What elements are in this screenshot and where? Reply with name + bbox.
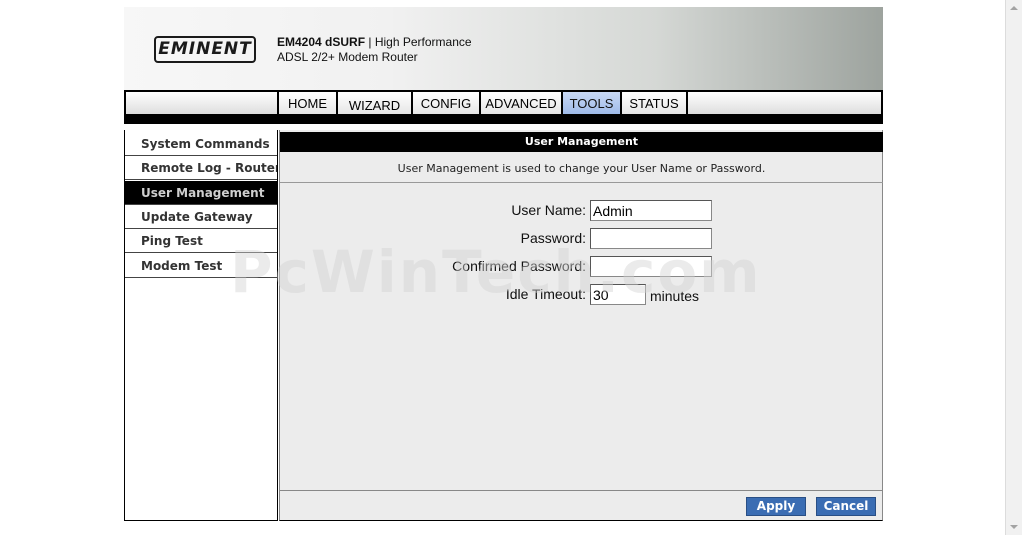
arrow-up-icon bbox=[1010, 6, 1018, 10]
apply-button[interactable]: Apply bbox=[746, 497, 806, 516]
sidebar-item-user-management[interactable]: User Management bbox=[125, 181, 277, 205]
arrow-down-icon bbox=[1010, 525, 1018, 529]
sidebar-menu: System Commands Remote Log - Router User… bbox=[124, 130, 278, 521]
nav-underline bbox=[124, 116, 883, 124]
product-model: EM4204 dSURF bbox=[277, 35, 366, 49]
footer-divider bbox=[280, 490, 883, 491]
page-title: User Management bbox=[280, 132, 883, 152]
nav-right-spacer bbox=[688, 92, 881, 114]
nav-tabs: HOME WIZARD CONFIG ADVANCED TOOLS STATUS bbox=[279, 92, 688, 114]
product-title: EM4204 dSURF | High Performance bbox=[277, 35, 472, 49]
vertical-scrollbar[interactable] bbox=[1005, 0, 1022, 535]
idle-timeout-label: Idle Timeout: bbox=[505, 286, 586, 302]
tab-tools[interactable]: TOOLS bbox=[563, 92, 622, 114]
confirm-password-label: Confirmed Password: bbox=[452, 258, 586, 274]
eminent-logo: EMINENT bbox=[154, 36, 256, 63]
product-subtitle: ADSL 2/2+ Modem Router bbox=[277, 50, 418, 64]
sidebar-item-update-gateway[interactable]: Update Gateway bbox=[125, 205, 277, 229]
tab-advanced[interactable]: ADVANCED bbox=[481, 92, 563, 114]
nav-left-spacer bbox=[126, 92, 277, 114]
sidebar-item-system-commands[interactable]: System Commands bbox=[125, 132, 277, 156]
password-label: Password: bbox=[520, 230, 586, 246]
tab-wizard[interactable]: WIZARD bbox=[338, 92, 413, 114]
page-description: User Management is used to change your U… bbox=[397, 162, 766, 175]
sidebar-item-modem-test[interactable]: Modem Test bbox=[125, 254, 277, 278]
product-tagline: High Performance bbox=[374, 35, 472, 49]
sidebar-item-ping-test[interactable]: Ping Test bbox=[125, 229, 277, 253]
cancel-button[interactable]: Cancel bbox=[816, 497, 876, 516]
password-row: Password: bbox=[280, 228, 883, 250]
username-label: User Name: bbox=[511, 202, 586, 218]
browser-viewport: EMINENT EM4204 dSURF | High Performance … bbox=[0, 0, 1022, 535]
tab-status[interactable]: STATUS bbox=[622, 92, 688, 114]
sidebar-item-remote-log[interactable]: Remote Log - Router bbox=[125, 156, 277, 180]
idle-timeout-input[interactable] bbox=[590, 284, 646, 305]
confirm-password-input[interactable] bbox=[590, 256, 712, 277]
tab-config[interactable]: CONFIG bbox=[413, 92, 481, 114]
idle-timeout-unit: minutes bbox=[650, 288, 700, 304]
top-navigation: HOME WIZARD CONFIG ADVANCED TOOLS STATUS bbox=[124, 90, 883, 116]
tab-home[interactable]: HOME bbox=[279, 92, 338, 114]
username-input[interactable] bbox=[590, 200, 712, 221]
divider bbox=[280, 182, 883, 183]
confirm-password-row: Confirmed Password: bbox=[280, 256, 883, 278]
scroll-up-button[interactable] bbox=[1006, 0, 1022, 16]
product-separator: | bbox=[365, 35, 375, 49]
main-content: User Management User Management is used … bbox=[279, 130, 883, 521]
password-input[interactable] bbox=[590, 228, 712, 249]
idle-timeout-row: Idle Timeout: minutes bbox=[280, 284, 883, 306]
router-header: EMINENT EM4204 dSURF | High Performance … bbox=[124, 7, 883, 90]
scroll-down-button[interactable] bbox=[1006, 519, 1022, 535]
username-row: User Name: bbox=[280, 200, 883, 222]
